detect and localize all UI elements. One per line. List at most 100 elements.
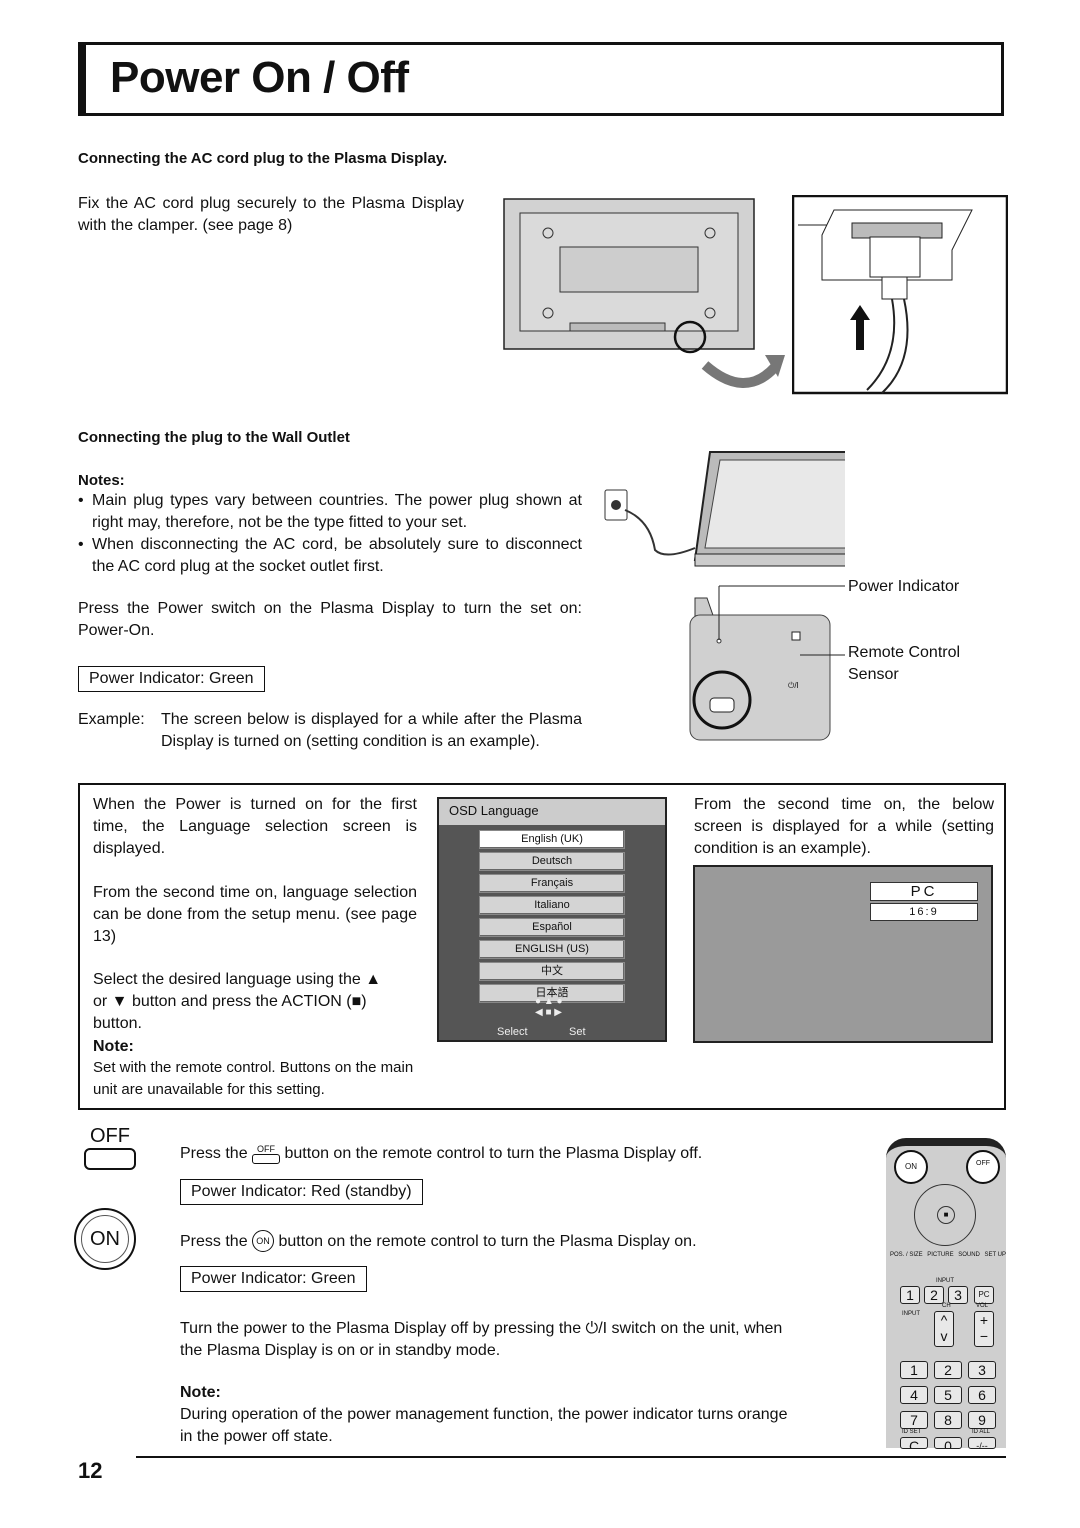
example-note-label: Note:	[93, 1038, 134, 1055]
remote-control-illustration: ON OFF ■ POS. / SIZE PICTURE SOUND SET U…	[886, 1138, 1006, 1449]
remote-id-set-label: ID SET	[902, 1429, 922, 1435]
osd-set-label: Set	[569, 1026, 586, 1038]
remote-key-9[interactable]: 9	[968, 1411, 996, 1429]
ac-heading: Connecting the AC cord plug to the Plasm…	[78, 150, 448, 167]
second-time-text: From the second time on, language select…	[93, 884, 417, 945]
page-title-box: Power On / Off	[78, 42, 1004, 116]
remote-id-all-label: ID ALL	[972, 1429, 991, 1435]
remote-vol-label: VOL	[976, 1303, 989, 1309]
remote-ch-rocker[interactable]: ^ v	[934, 1311, 954, 1347]
note-text: When disconnecting the AC cord, be absol…	[92, 536, 582, 575]
remote-key-5[interactable]: 5	[934, 1386, 962, 1404]
example-label: Example:	[78, 711, 145, 728]
curved-arrow	[701, 361, 779, 388]
display-rear-illustration	[503, 198, 785, 388]
remote-key-dash[interactable]: -/--	[968, 1437, 996, 1449]
select-instructions: Select the desired language using the ▲ …	[93, 969, 423, 1035]
power-switch-icon: ⏻/I	[585, 1320, 608, 1337]
remote-key-0[interactable]: 0	[934, 1437, 962, 1449]
osd-language-item[interactable]: Español	[479, 918, 625, 937]
remote-key-2[interactable]: 2	[934, 1361, 962, 1379]
power-indicator-callout: Power Indicator	[848, 578, 960, 595]
indicator-green-badge: Power Indicator: Green	[78, 666, 265, 692]
remote-key-3[interactable]: 3	[968, 1361, 996, 1379]
on-text-post: button on the remote control to turn the…	[278, 1233, 697, 1250]
power-note-label: Note:	[180, 1384, 221, 1401]
on-text-pre: Press the	[180, 1233, 248, 1250]
indicator-green-badge-2: Power Indicator: Green	[180, 1266, 367, 1292]
remote-action-button[interactable]: ■	[937, 1206, 955, 1224]
remote-vol-rocker[interactable]: + −	[974, 1311, 994, 1347]
osd-select-label: Select	[497, 1026, 528, 1038]
select-text-c: button.	[93, 1015, 142, 1032]
first-time-text: When the Power is turned on for the firs…	[93, 796, 417, 857]
remote-key-1[interactable]: 1	[900, 1361, 928, 1379]
pc-screen: PC 16:9	[693, 865, 993, 1043]
remote-key-6[interactable]: 6	[968, 1386, 996, 1404]
switch-instruction: Turn the power to the Plasma Display off…	[180, 1318, 800, 1362]
power-note-text: During operation of the power management…	[180, 1406, 788, 1445]
power-switch-text: Press the Power switch on the Plasma Dis…	[78, 600, 582, 639]
remote-label-pos-size: POS. / SIZE	[890, 1252, 923, 1258]
remote-on-button[interactable]: ON	[894, 1150, 928, 1184]
select-text-a: Select the desired language using the ▲	[93, 971, 382, 988]
page-title: Power On / Off	[110, 53, 409, 102]
remote-input-group-label: INPUT	[936, 1278, 954, 1284]
remote-label-picture: PICTURE	[927, 1252, 954, 1258]
page-number: 12	[78, 1458, 103, 1483]
osd-nav-pad-icon: ● ▲ ● ◀ ■ ▶	[535, 996, 563, 1018]
remote-function-labels: POS. / SIZE PICTURE SOUND SET UP	[890, 1252, 1006, 1258]
note-text: Main plug types vary between countries. …	[92, 492, 582, 531]
inline-off-label: OFF	[257, 1144, 276, 1154]
example-note-text: Set with the remote control. Buttons on …	[93, 1059, 414, 1098]
osd-language-item[interactable]: Français	[479, 874, 625, 893]
osd-language-list: English (UK) Deutsch Français Italiano E…	[439, 825, 665, 1003]
osd-language-item[interactable]: ENGLISH (US)	[479, 940, 625, 959]
on-button-icon: ON	[74, 1208, 136, 1270]
remote-input-1[interactable]: 1	[900, 1286, 920, 1304]
plug-closeup-illustration	[792, 195, 1008, 395]
remote-input-3[interactable]: 3	[948, 1286, 968, 1304]
select-text-b: or ▼ button and press the ACTION (■)	[93, 993, 367, 1010]
note-item: • When disconnecting the AC cord, be abso…	[78, 534, 582, 578]
remote-label-setup: SET UP	[984, 1252, 1006, 1258]
off-instruction: Press the OFF button on the remote contr…	[180, 1144, 702, 1164]
note-item: • Main plug types vary between countries.…	[78, 490, 582, 534]
osd-language-menu: OSD Language English (UK) Deutsch França…	[437, 797, 667, 1042]
remote-label-sound: SOUND	[958, 1252, 980, 1258]
on-icon-label: ON	[81, 1215, 129, 1263]
osd-language-item[interactable]: 中文	[479, 962, 625, 981]
notes-list: • Main plug types vary between countries.…	[78, 490, 582, 578]
remote-sensor-callout-1: Remote Control	[848, 644, 961, 661]
power-switch-glyph: ⏻/I	[788, 681, 799, 690]
notes-label: Notes:	[78, 472, 125, 489]
off-button-icon: OFF	[84, 1126, 136, 1170]
remote-input-button-label: INPUT	[902, 1311, 920, 1317]
aspect-label: 16:9	[870, 903, 978, 921]
remote-off-button[interactable]: OFF	[966, 1150, 1000, 1184]
remote-input-pc[interactable]: PC	[974, 1286, 994, 1304]
on-instruction: Press the ON button on the remote contro…	[180, 1230, 697, 1252]
remote-key-4[interactable]: 4	[900, 1386, 928, 1404]
off-text-post: button on the remote control to turn the…	[284, 1145, 703, 1162]
remote-key-c[interactable]: C	[900, 1437, 928, 1449]
right-text: From the second time on, the below scree…	[694, 796, 994, 857]
remote-dpad[interactable]: ■	[914, 1184, 976, 1246]
osd-language-item[interactable]: English (UK)	[479, 830, 625, 849]
remote-input-2[interactable]: 2	[924, 1286, 944, 1304]
footer-rule	[136, 1456, 1006, 1458]
inline-on-icon: ON	[252, 1230, 275, 1252]
remote-ch-label: CH	[942, 1303, 951, 1309]
off-text-pre: Press the	[180, 1145, 248, 1162]
remote-sensor-callout-2: Sensor	[848, 666, 899, 683]
osd-title: OSD Language	[439, 799, 665, 825]
inline-off-icon: OFF	[252, 1144, 281, 1164]
switch-text-pre: Turn the power to the Plasma Display off…	[180, 1320, 582, 1337]
display-front-illustration	[604, 451, 845, 741]
indicator-red-badge: Power Indicator: Red (standby)	[180, 1179, 423, 1205]
remote-key-7[interactable]: 7	[900, 1411, 928, 1429]
osd-language-item[interactable]: Italiano	[479, 896, 625, 915]
osd-language-item[interactable]: Deutsch	[479, 852, 625, 871]
wall-heading: Connecting the plug to the Wall Outlet	[78, 429, 350, 446]
remote-key-8[interactable]: 8	[934, 1411, 962, 1429]
